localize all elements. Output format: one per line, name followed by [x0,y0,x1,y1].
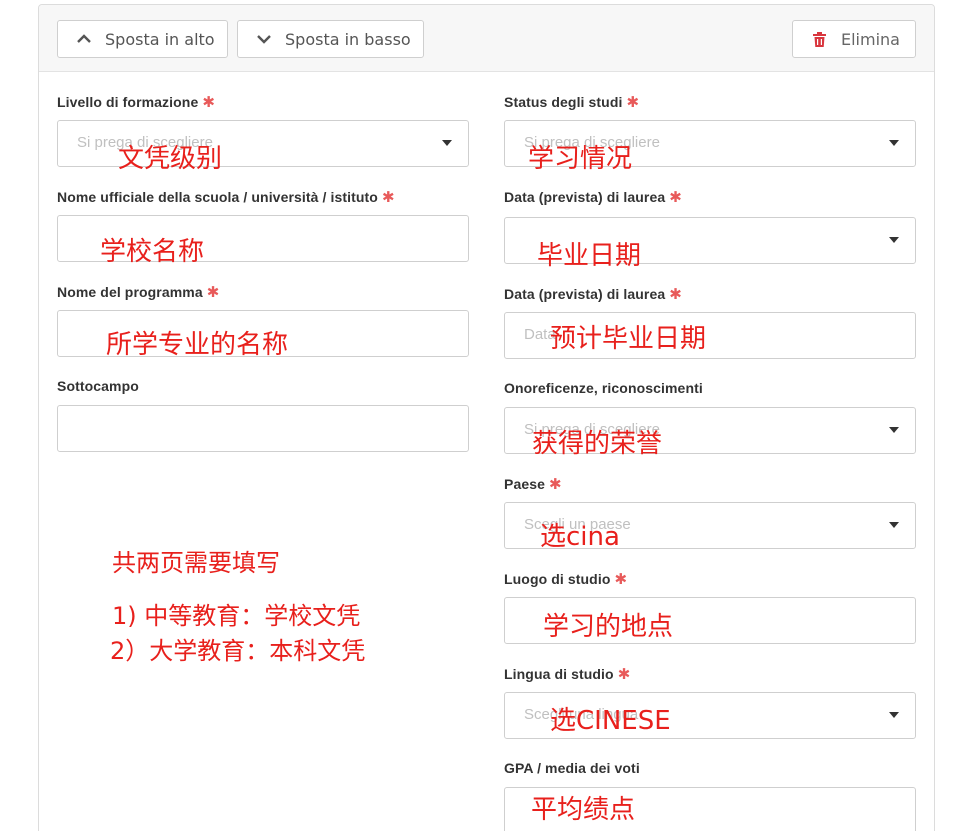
education-level-label-text: Livello di formazione [57,94,199,110]
delete-label: Elimina [841,29,900,49]
move-down-label: Sposta in basso [285,29,411,49]
subfield-label: Sottocampo [57,378,139,394]
caret-down-icon [889,237,899,243]
study-language-label-text: Lingua di studio [504,666,614,682]
required-mark: ✱ [669,189,682,206]
move-down-button[interactable]: Sposta in basso [237,20,424,58]
caret-down-icon [889,522,899,528]
expected-graduation-date-label-text: Data (prevista) di laurea [504,286,666,302]
delete-button[interactable]: Elimina [792,20,916,58]
graduation-date-label: Data (prevista) di laurea ✱ [504,188,682,206]
required-mark: ✱ [381,189,395,206]
required-mark: ✱ [548,476,562,493]
required-mark: ✱ [669,286,682,303]
country-label: Paese ✱ [504,475,562,493]
subfield-input[interactable] [57,405,469,452]
required-mark: ✱ [617,666,631,683]
required-mark: ✱ [614,571,628,588]
annotation-education-level: 文凭级别 [118,144,223,174]
annotation-gpa: 平均绩点 [531,795,636,825]
annotation-study-place: 学习的地点 [543,612,674,642]
caret-down-icon [889,712,899,718]
study-place-label: Luogo di studio ✱ [504,570,627,588]
study-language-label: Lingua di studio ✱ [504,665,630,683]
expected-graduation-date-label: Data (prevista) di laurea ✱ [504,285,682,303]
gpa-label: GPA / media dei voti [504,760,640,776]
program-name-label-text: Nome del programma [57,284,203,300]
program-name-label: Nome del programma ✱ [57,283,219,301]
required-mark: ✱ [206,284,220,301]
trash-icon [810,30,828,48]
chevron-down-icon [255,30,273,48]
move-up-button[interactable]: Sposta in alto [57,20,228,58]
move-up-label: Sposta in alto [105,29,215,49]
annotation-graduation-date: 毕业日期 [537,241,642,271]
study-place-label-text: Luogo di studio [504,571,611,587]
annotation-school-name: 学校名称 [100,237,205,267]
chevron-up-icon [75,30,93,48]
graduation-date-label-text: Data (prevista) di laurea [504,189,666,205]
country-label-text: Paese [504,476,545,492]
annotation-program-name: 所学专业的名称 [106,330,289,360]
entry-toolbar: Sposta in alto Sposta in basso Elimina [39,5,934,72]
annotation-expected-graduation-date: 预计毕业日期 [550,324,707,354]
required-mark: ✱ [626,94,640,111]
study-status-label: Status degli studi ✱ [504,93,639,111]
annotation-pages-note: 共两页需要填写 [112,549,280,577]
school-name-label: Nome ufficiale della scuola / università… [57,188,395,206]
annotation-note-2: 2）大学教育：本科文凭 [110,637,366,665]
required-mark: ✱ [202,94,216,111]
annotation-study-status: 学习情况 [528,144,633,174]
annotation-note-1: 1) 中等教育：学校文凭 [112,602,361,630]
caret-down-icon [889,140,899,146]
study-status-label-text: Status degli studi [504,94,623,110]
caret-down-icon [442,140,452,146]
education-level-label: Livello di formazione ✱ [57,93,215,111]
honors-label: Onoreficenze, riconoscimenti [504,380,703,396]
annotation-study-language: 选CINESE [550,706,671,736]
annotation-honors: 获得的荣誉 [532,429,663,459]
school-name-label-text: Nome ufficiale della scuola / università… [57,189,378,205]
annotation-country: 选cina [540,522,620,552]
caret-down-icon [889,427,899,433]
